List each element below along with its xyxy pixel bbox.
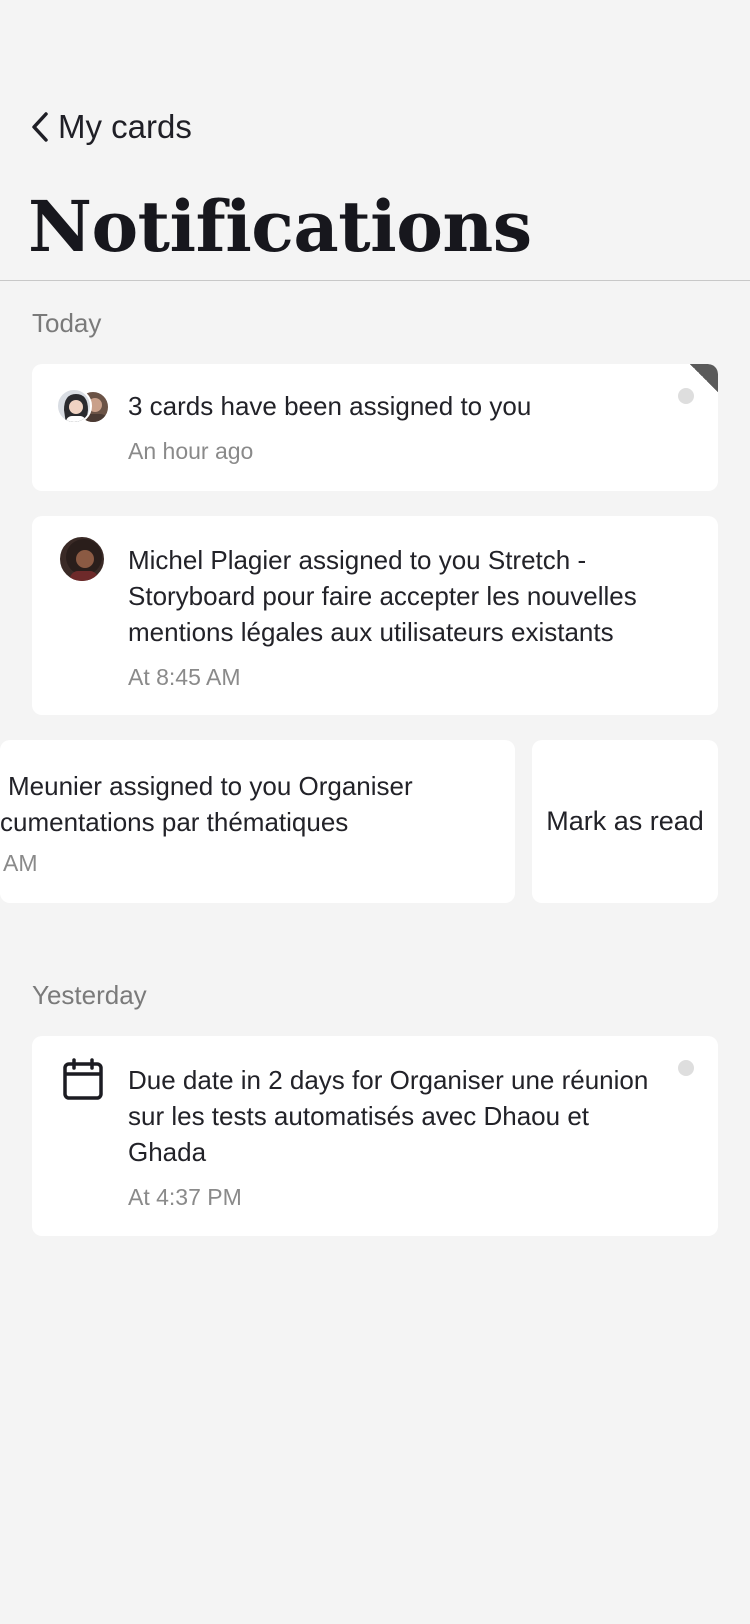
notification-text: Due date in 2 days for Organiser une réu… — [128, 1065, 649, 1167]
section-yesterday-label: Yesterday — [32, 980, 147, 1010]
notification-text: 3 cards have been assigned to you — [128, 391, 532, 421]
notification-card[interactable]: 3 cards have been assigned to you An hou… — [32, 364, 718, 491]
section-today-label: Today — [32, 308, 102, 338]
notification-card-swiped[interactable]: Meunier assigned to you Organiser cument… — [0, 740, 515, 903]
calendar-icon — [63, 1058, 103, 1100]
notification-text-line: Meunier assigned to you Organiser — [8, 771, 413, 801]
notification-card[interactable]: Michel Plagier assigned to you Stretch -… — [32, 516, 718, 715]
notification-card[interactable]: Due date in 2 days for Organiser une réu… — [32, 1036, 718, 1236]
unread-dot — [678, 388, 694, 404]
mark-as-read-button[interactable]: Mark as read — [532, 740, 718, 903]
avatar — [58, 535, 106, 583]
notification-time: At 8:45 AM — [128, 664, 241, 690]
notification-text: Meunier assigned to you Organiser cument… — [0, 768, 495, 840]
notification-time: At 4:37 PM — [128, 1184, 242, 1210]
header-divider — [0, 280, 750, 281]
back-button[interactable]: My cards — [30, 108, 192, 146]
notifications-screen: My cards Notifications Today 3 cards hav… — [0, 0, 750, 1624]
page-title: Notifications — [28, 185, 532, 268]
new-indicator-flag — [690, 364, 718, 392]
chevron-left-icon — [32, 112, 48, 142]
notification-time: An hour ago — [128, 438, 254, 464]
unread-dot — [678, 1060, 694, 1076]
notification-text-line: cumentations par thématiques — [0, 807, 349, 837]
back-label: My cards — [58, 108, 192, 145]
notification-text: Michel Plagier assigned to you Stretch -… — [128, 545, 637, 647]
avatar — [56, 388, 92, 424]
notification-time: AM — [3, 850, 38, 876]
